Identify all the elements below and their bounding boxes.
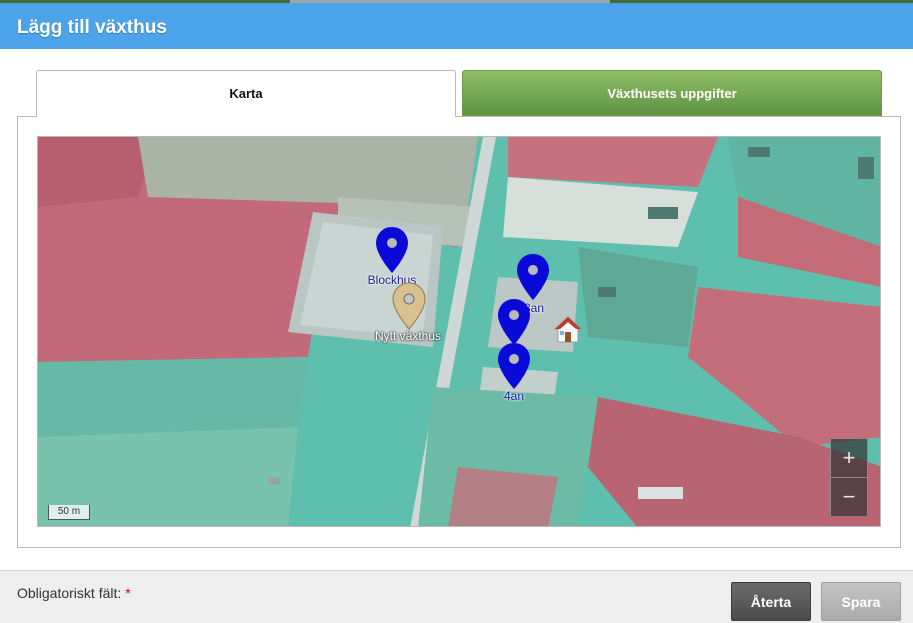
map-scale-bar: 50 m <box>48 505 90 520</box>
marker-label-new-greenhouse: Nytt växthus <box>374 329 442 343</box>
map-view[interactable]: Blockhus Nytt växthus 3an 4an + − 50 m <box>37 136 881 527</box>
marker-label-4an: 4an <box>503 389 525 403</box>
marker-new-greenhouse-icon[interactable] <box>391 281 427 331</box>
zoom-out-button[interactable]: − <box>831 477 867 516</box>
marker-unnamed-icon[interactable] <box>496 297 532 347</box>
required-field-note: Obligatoriskt fält: * <box>17 585 131 601</box>
marker-blockhus-icon[interactable] <box>374 225 410 275</box>
marker-3an-icon[interactable] <box>515 252 551 302</box>
dialog-header: Lägg till växthus <box>0 3 913 49</box>
tab-map[interactable]: Karta <box>36 70 456 117</box>
zoom-control: + − <box>830 438 868 516</box>
cancel-button[interactable]: Återta <box>731 582 811 621</box>
dialog-title: Lägg till växthus <box>17 17 167 38</box>
save-button[interactable]: Spara <box>821 582 901 621</box>
satellite-imagery <box>38 137 880 526</box>
required-field-text: Obligatoriskt fält: <box>17 585 122 601</box>
required-star: * <box>125 585 131 601</box>
marker-4an-icon[interactable] <box>496 341 532 391</box>
dialog-footer: Obligatoriskt fält: * Återta Spara <box>0 570 913 623</box>
tab-greenhouse-details[interactable]: Växthusets uppgifter <box>462 70 882 116</box>
house-icon[interactable] <box>552 314 584 346</box>
zoom-in-button[interactable]: + <box>831 439 867 477</box>
